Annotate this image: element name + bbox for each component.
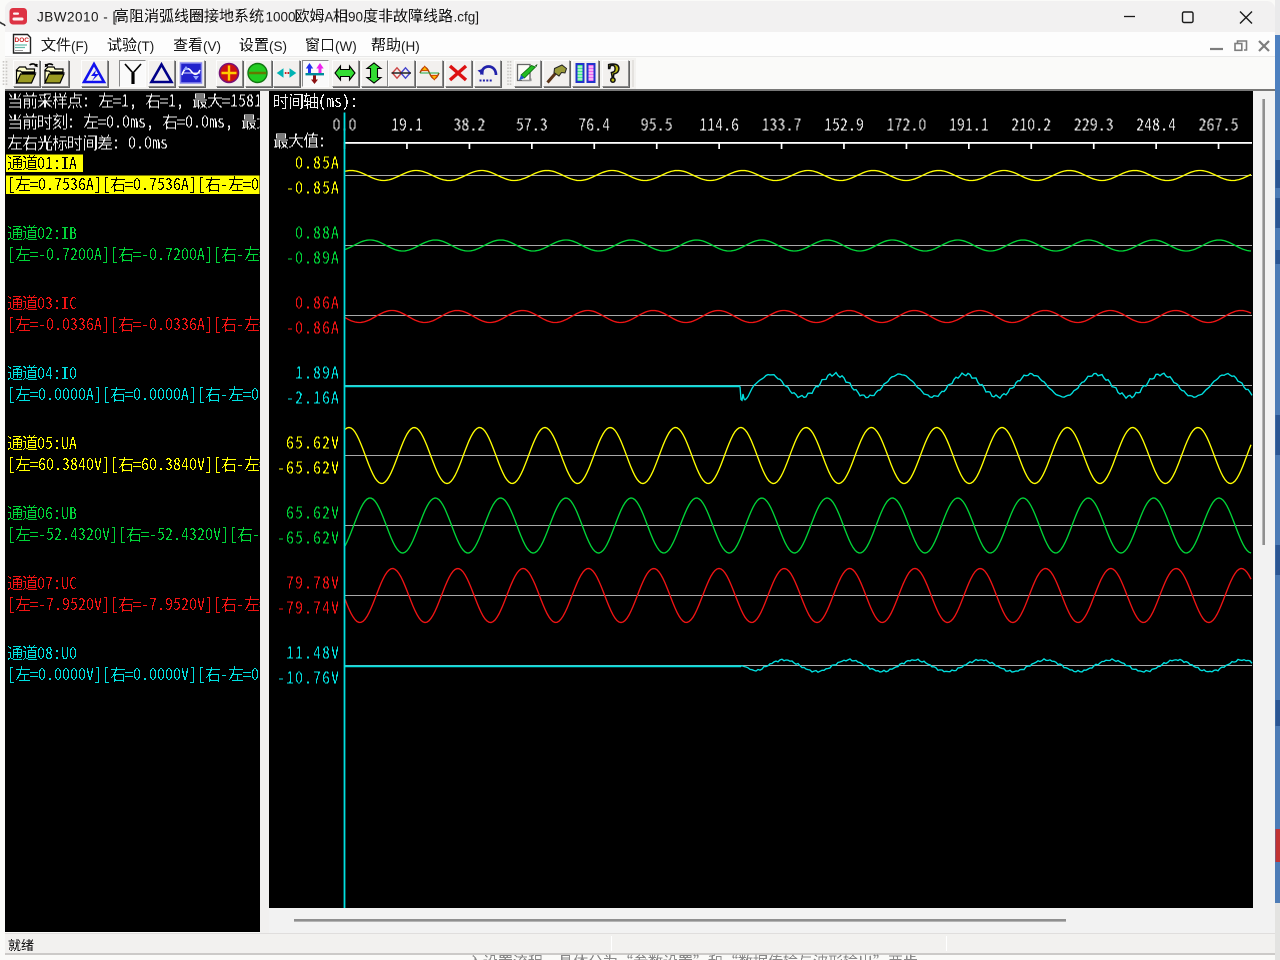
svg-text:(H): (H)	[401, 39, 420, 54]
svg-text:(V): (V)	[203, 39, 221, 54]
svg-text:90: 90	[348, 10, 363, 25]
svg-text:.cfg]: .cfg]	[454, 10, 480, 25]
svg-text:(F): (F)	[71, 39, 88, 54]
svg-text:(T): (T)	[137, 39, 154, 54]
svg-text:?: ?	[607, 58, 621, 88]
svg-text:DOC: DOC	[15, 37, 30, 44]
svg-text:(W): (W)	[335, 39, 357, 54]
svg-text:(S): (S)	[269, 39, 287, 54]
svg-text:A: A	[325, 10, 334, 25]
svg-text:1000: 1000	[266, 10, 296, 25]
svg-text:JBW2010 - [: JBW2010 - [	[37, 10, 117, 25]
